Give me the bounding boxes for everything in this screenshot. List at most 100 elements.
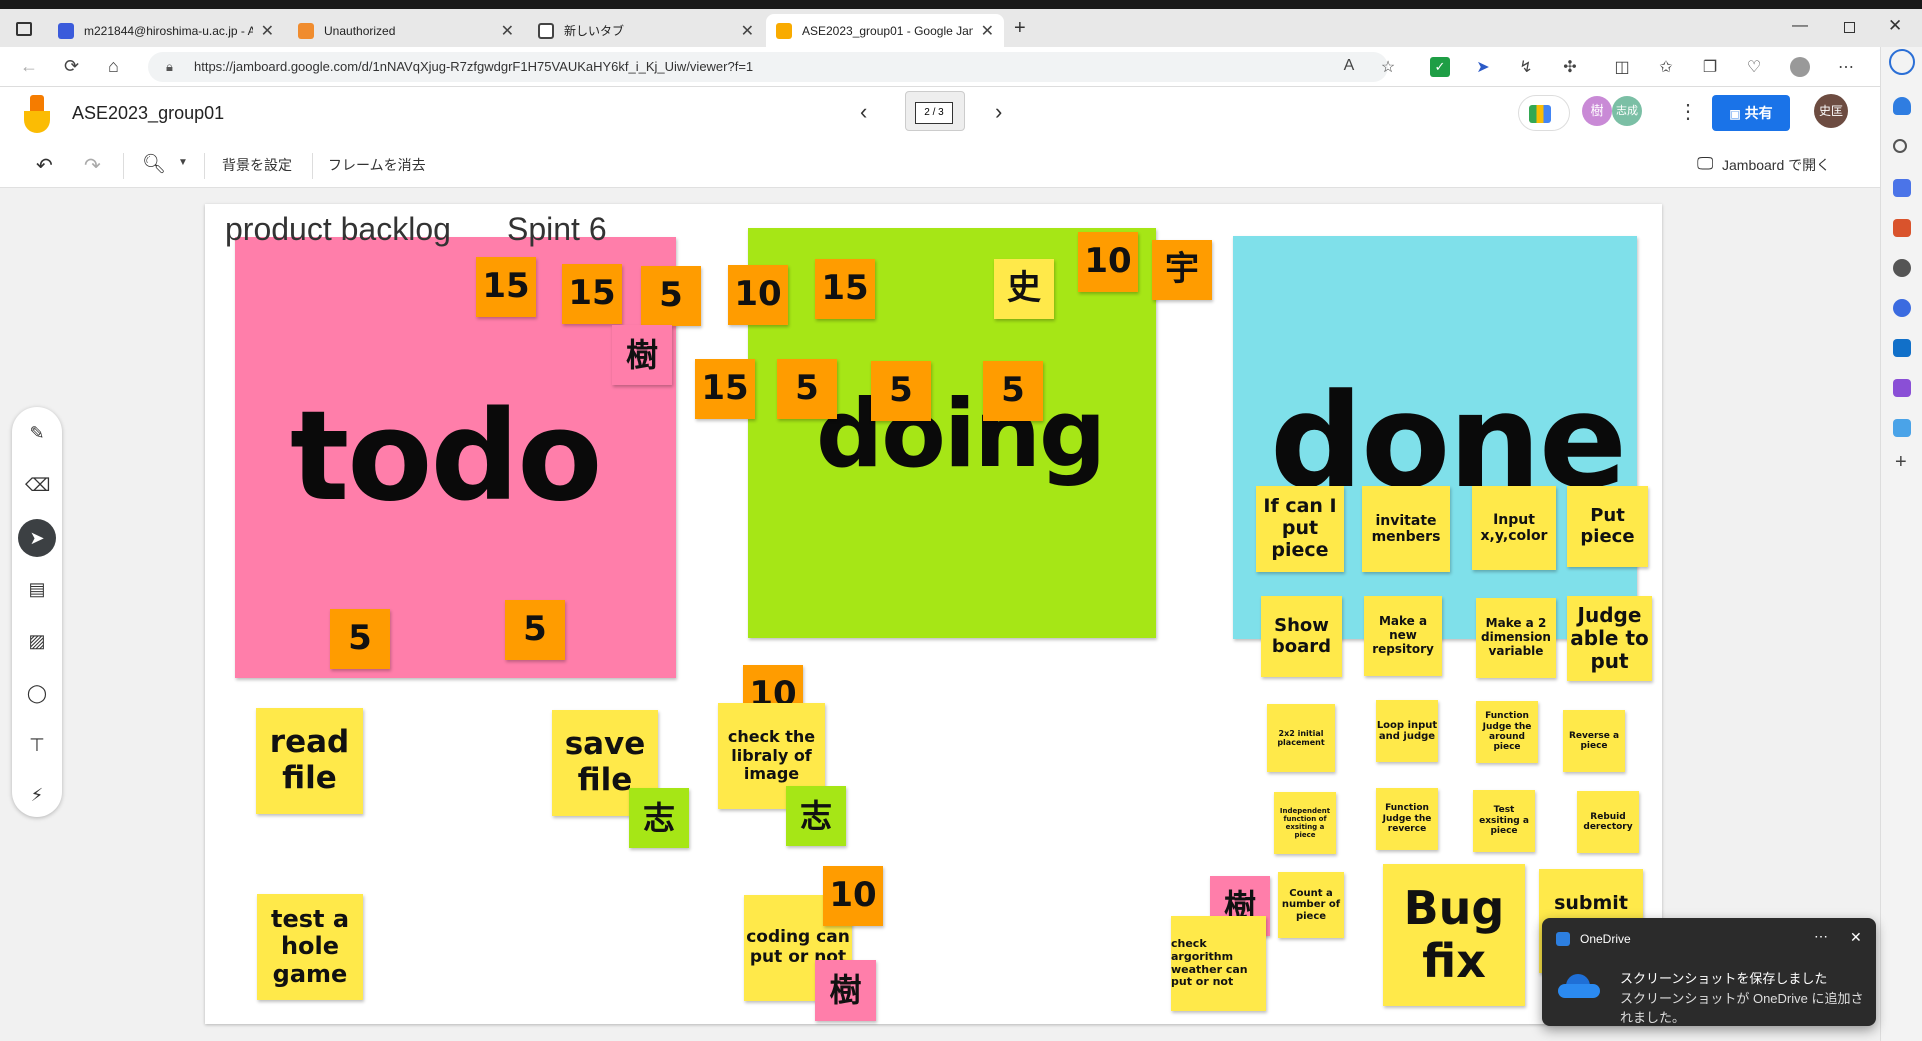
task-sticky[interactable]: Independent function of exsiting a piece [1274, 792, 1336, 854]
redo-icon[interactable]: ↷ [84, 153, 101, 178]
points-sticky[interactable]: 10 [1078, 232, 1138, 292]
task-sticky[interactable]: Judge able to put [1567, 596, 1652, 681]
favorite-star-icon[interactable]: ☆ [1378, 57, 1398, 77]
points-sticky[interactable]: 5 [871, 361, 931, 421]
share-button[interactable]: ▣ 共有 [1712, 95, 1790, 131]
task-sticky[interactable]: Make a new repsitory [1364, 596, 1442, 676]
points-sticky[interactable]: 5 [330, 609, 390, 669]
assignee-sticky[interactable]: 志 [629, 788, 689, 848]
points-sticky[interactable]: 5 [641, 266, 701, 326]
points-sticky[interactable]: 10 [823, 866, 883, 926]
profile-icon[interactable] [1790, 57, 1810, 77]
next-frame-chevron-icon[interactable]: › [995, 99, 1002, 125]
select-arrow-icon[interactable]: ➤ [18, 519, 56, 557]
points-sticky[interactable]: 10 [728, 265, 788, 325]
tab-mail[interactable]: m221844@hiroshima-u.ac.jp - A ✕ [48, 14, 284, 47]
more-options-icon[interactable]: ⋮ [1678, 99, 1698, 124]
minimize-icon[interactable]: — [1792, 17, 1808, 35]
read-aloud-icon[interactable]: A [1339, 57, 1359, 77]
task-sticky[interactable]: Reverse a piece [1563, 710, 1625, 772]
points-sticky[interactable]: 5 [505, 600, 565, 660]
sticky-note-icon[interactable]: ▤ [25, 577, 49, 601]
points-sticky[interactable]: 15 [562, 264, 622, 324]
assignee-sticky[interactable]: 志 [786, 786, 846, 846]
circle-shape-icon[interactable]: ◯ [25, 681, 49, 705]
task-sticky[interactable]: Make a 2 dimension variable [1476, 598, 1556, 678]
meet-icon[interactable] [1518, 95, 1570, 131]
close-icon[interactable]: ✕ [981, 21, 994, 41]
window-close-icon[interactable]: ✕ [1888, 16, 1902, 36]
tab-actions-icon[interactable] [16, 22, 32, 36]
more-menu-icon[interactable]: ⋯ [1836, 57, 1856, 77]
task-sticky[interactable]: Input x,y,color [1472, 486, 1556, 570]
prev-frame-chevron-icon[interactable]: ‹ [860, 99, 867, 125]
eraser-icon[interactable]: ⌫ [25, 473, 50, 497]
back-arrow-icon[interactable]: ← [20, 56, 38, 77]
onedrive-toast[interactable]: OneDrive ⋯ ✕ スクリーンショットを保存しました スクリーンショットが… [1542, 918, 1876, 1026]
close-icon[interactable]: ✕ [1850, 929, 1862, 946]
task-sticky[interactable]: Loop input and judge [1376, 700, 1438, 762]
toolbox-icon[interactable] [1893, 219, 1911, 237]
close-icon[interactable]: ✕ [261, 21, 274, 41]
jam-title[interactable]: ASE2023_group01 [72, 103, 224, 124]
health-icon[interactable]: ♡ [1744, 57, 1764, 77]
undo-icon[interactable]: ↶ [36, 153, 53, 178]
add-sidebar-plus-icon[interactable]: + [1895, 451, 1907, 474]
bing-icon[interactable] [1889, 49, 1915, 75]
bell-icon[interactable] [1893, 97, 1911, 115]
clear-frame-button[interactable]: フレームを消去 [328, 155, 426, 175]
open-in-jamboard-button[interactable]: Jamboard で開く [1722, 155, 1830, 175]
text-box-icon[interactable]: ⊤ [25, 733, 49, 757]
task-sticky[interactable]: invitate menbers [1362, 486, 1450, 572]
extension-check-icon[interactable]: ✓ [1430, 57, 1450, 77]
extension-arrow-icon[interactable]: ➤ [1473, 57, 1493, 77]
points-sticky[interactable]: 5 [983, 361, 1043, 421]
task-sticky[interactable]: Bug fix [1383, 864, 1525, 1006]
extensions-puzzle-icon[interactable]: ✣ [1560, 57, 1580, 77]
avatar[interactable]: 樹 [1582, 96, 1612, 126]
assignee-sticky[interactable]: 樹 [815, 960, 876, 1021]
favorites-icon[interactable]: ✩ [1656, 57, 1676, 77]
new-tab-plus-icon[interactable]: + [1014, 17, 1026, 40]
task-sticky[interactable]: read file [256, 708, 363, 814]
designer-icon[interactable] [1893, 379, 1911, 397]
points-sticky[interactable]: 15 [695, 359, 755, 419]
collections-icon[interactable]: ❐ [1700, 57, 1720, 77]
copilot-icon[interactable] [1893, 299, 1911, 317]
tag-icon[interactable] [1893, 179, 1911, 197]
task-sticky[interactable]: Count a number of piece [1278, 872, 1344, 938]
reload-icon[interactable]: ⟳ [64, 56, 79, 77]
points-sticky[interactable]: 15 [815, 259, 875, 319]
task-sticky[interactable]: Test exsiting a piece [1473, 790, 1535, 852]
tab-new[interactable]: 新しいタブ ✕ [528, 14, 764, 47]
avatar[interactable]: 志成 [1612, 96, 1642, 126]
maximize-icon[interactable] [1844, 22, 1855, 33]
outlook-icon[interactable] [1893, 339, 1911, 357]
task-sticky[interactable]: Rebuid derectory [1577, 791, 1639, 853]
assignee-sticky[interactable]: 史 [994, 259, 1054, 319]
assignee-sticky[interactable]: 宇 [1152, 240, 1212, 300]
task-sticky[interactable]: If can I put piece [1256, 486, 1344, 572]
send-icon[interactable] [1893, 419, 1911, 437]
task-sticky[interactable]: Function Judge the around piece [1476, 701, 1538, 763]
close-icon[interactable]: ✕ [741, 21, 754, 41]
task-sticky[interactable]: test a hole game [257, 894, 363, 1000]
zoom-icon[interactable]: 🔍︎ [142, 152, 166, 176]
tab-jamboard[interactable]: ASE2023_group01 - Google Jam ✕ [766, 14, 1004, 47]
task-sticky[interactable]: 2x2 initial placement [1267, 704, 1335, 772]
games-icon[interactable] [1893, 259, 1911, 277]
points-sticky[interactable]: 5 [777, 359, 837, 419]
set-background-button[interactable]: 背景を設定 [222, 155, 292, 175]
tab-unauthorized[interactable]: Unauthorized ✕ [288, 14, 524, 47]
more-options-icon[interactable]: ⋯ [1814, 928, 1828, 945]
frame-picker[interactable]: 2 / 3 [905, 91, 965, 131]
task-sticky[interactable]: check argorithm weather can put or not [1171, 916, 1266, 1011]
task-sticky[interactable]: Show board [1261, 596, 1342, 677]
profile-avatar[interactable]: 史匡 [1814, 94, 1848, 128]
image-icon[interactable]: ▨ [25, 629, 49, 653]
task-sticky[interactable]: Function Judge the reverce [1376, 788, 1438, 850]
close-icon[interactable]: ✕ [501, 21, 514, 41]
split-screen-icon[interactable]: ◫ [1612, 57, 1632, 77]
home-icon[interactable]: ⌂ [108, 56, 119, 77]
task-sticky[interactable]: Put piece [1567, 486, 1648, 567]
